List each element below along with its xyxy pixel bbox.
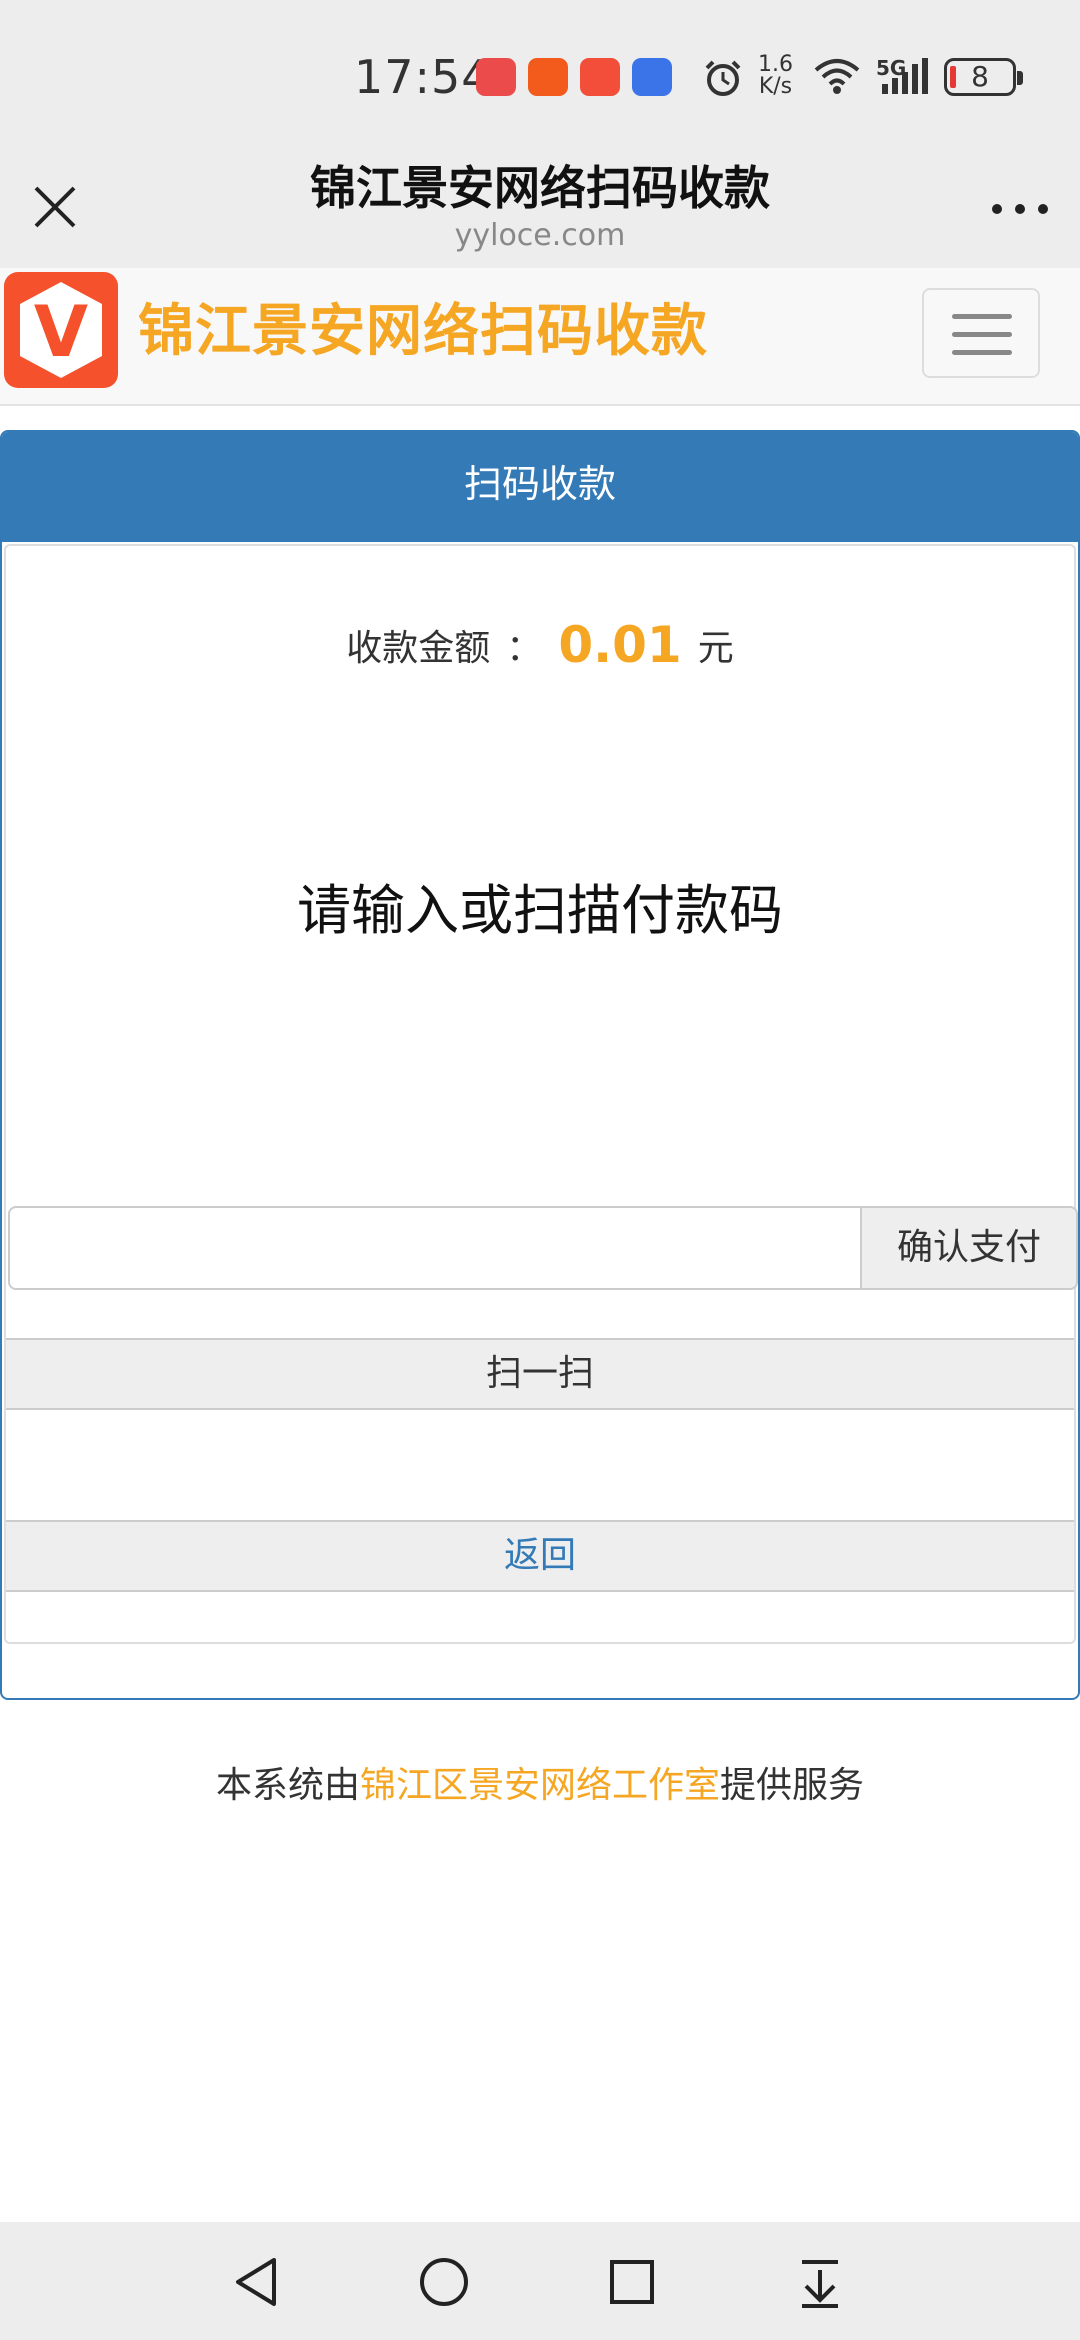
system-nav-bar xyxy=(0,2222,1080,2340)
download-arrow-icon[interactable] xyxy=(792,2254,848,2310)
amount-label: 收款金额 xyxy=(346,628,491,669)
payment-panel: 扫码收款 收款金额 ： 0.01 元 请输入或扫描付款码 确认支付 扫一扫 返回 xyxy=(0,430,1080,1700)
amount-separator: ： xyxy=(506,628,543,669)
logo-icon[interactable]: V xyxy=(4,272,118,388)
home-circle-icon[interactable] xyxy=(416,2254,472,2310)
footer-company-link[interactable]: 锦江区景安网络工作室 xyxy=(360,1765,720,1806)
status-bar: 17:54 1.6 K/s 5G 8 xyxy=(0,0,1080,140)
payment-code-input[interactable] xyxy=(8,1206,862,1290)
scan-prompt: 请输入或扫描付款码 xyxy=(297,879,783,942)
back-button[interactable]: 返回 xyxy=(6,1520,1074,1592)
footer-text: 本系统由锦江区景安网络工作室提供服务 xyxy=(0,1756,1080,1808)
browser-header: 锦江景安网络扫码收款 yyloce.com xyxy=(0,140,1080,268)
page-domain: yyloce.com xyxy=(454,218,626,253)
network-speed: 1.6 K/s xyxy=(758,52,793,99)
more-icon[interactable] xyxy=(990,200,1050,216)
alarm-icon xyxy=(705,60,741,96)
status-time: 17:54 xyxy=(354,50,492,104)
recents-square-icon[interactable] xyxy=(604,2254,660,2310)
back-triangle-icon[interactable] xyxy=(228,2254,284,2310)
panel-heading: 扫码收款 xyxy=(2,432,1078,542)
payment-code-group: 确认支付 xyxy=(8,1206,1078,1290)
huawei-app-icon xyxy=(476,58,516,96)
kuaishou-app-icon xyxy=(528,58,568,96)
page-title: 锦江景安网络扫码收款 xyxy=(310,161,770,215)
panel-body: 收款金额 ： 0.01 元 请输入或扫描付款码 确认支付 扫一扫 返回 xyxy=(4,544,1078,1644)
confirm-pay-button[interactable]: 确认支付 xyxy=(860,1206,1078,1290)
amount-value: 0.01 xyxy=(558,616,682,674)
wifi-icon xyxy=(814,59,860,94)
scan-button[interactable]: 扫一扫 xyxy=(6,1338,1074,1410)
site-navbar: V 锦江景安网络扫码收款 xyxy=(0,268,1080,406)
amount-row: 收款金额 ： 0.01 元 xyxy=(6,616,1074,674)
site-brand[interactable]: 锦江景安网络扫码收款 xyxy=(138,286,708,367)
svg-text:V: V xyxy=(34,291,88,373)
footer-prefix: 本系统由 xyxy=(215,1765,360,1806)
battery-app-icon xyxy=(580,58,620,96)
voice-app-icon xyxy=(632,58,672,96)
footer-suffix: 提供服务 xyxy=(720,1765,865,1806)
amount-unit: 元 xyxy=(697,628,734,669)
hamburger-icon[interactable] xyxy=(922,288,1040,378)
battery-indicator: 8 xyxy=(944,58,1023,96)
